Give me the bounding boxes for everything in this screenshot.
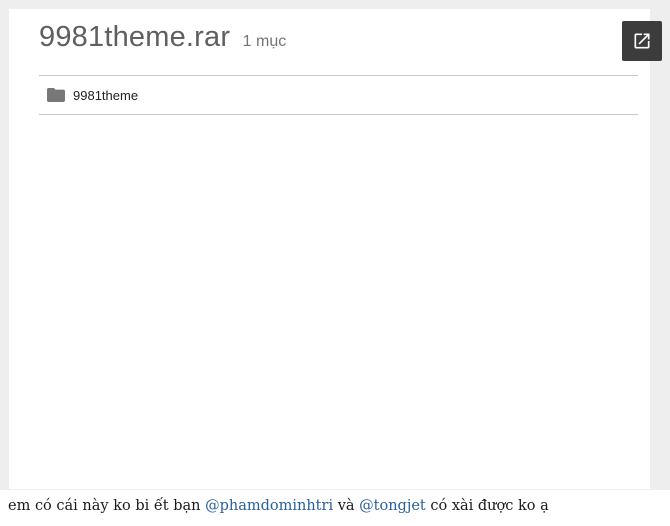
mention-phamdominhtri[interactable]: @phamdominhtri — [205, 498, 333, 514]
item-count: 1 mục — [242, 33, 287, 50]
drive-embed-card: 9981theme.rar 1 mục 9981theme — [9, 9, 662, 489]
embed-header: 9981theme.rar 1 mục — [39, 9, 662, 76]
drive-embed-frame: 9981theme.rar 1 mục 9981theme — [0, 0, 670, 490]
title-group: 9981theme.rar 1 mục — [39, 21, 286, 54]
open-in-new-button[interactable] — [622, 21, 662, 61]
post-message: em có cái này ko bi ết bạn @phamdominhtr… — [8, 498, 549, 514]
message-text-2: và — [333, 498, 360, 514]
list-item-folder[interactable]: 9981theme — [39, 76, 638, 115]
message-text-3: có xài được ko ạ — [425, 498, 549, 514]
folder-icon — [47, 88, 65, 102]
mention-tongjet[interactable]: @tongjet — [359, 498, 426, 514]
message-text-1: em có cái này ko bi ết bạn — [8, 498, 206, 514]
open-in-new-icon — [634, 33, 650, 49]
file-title: 9981theme.rar — [39, 21, 231, 53]
folder-name: 9981theme — [73, 87, 139, 103]
